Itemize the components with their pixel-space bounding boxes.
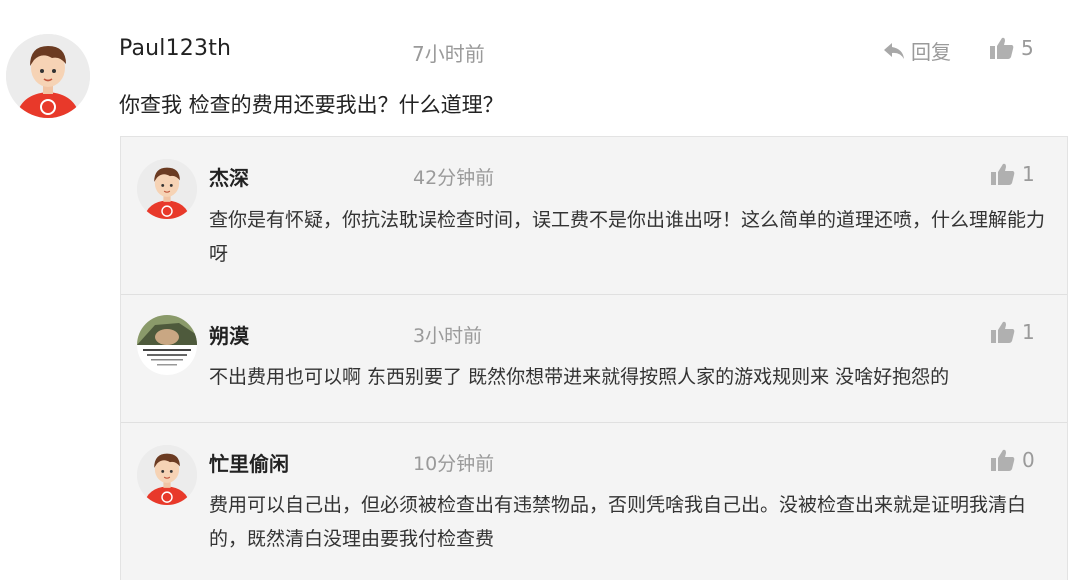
- like-button[interactable]: 5: [989, 36, 1034, 60]
- like-button[interactable]: 0: [990, 448, 1035, 472]
- comment-text: 你查我 检查的费用还要我出？什么道理？: [119, 93, 504, 117]
- car-photo-avatar: [137, 315, 197, 375]
- reply-item: 杰深 42分钟前 1 查你是有怀疑，你抗法耽误检查时间，误工费不是你出谁出呀！这…: [121, 137, 1067, 295]
- reply-button-label: 回复: [911, 40, 951, 64]
- reply-time: 10分钟前: [413, 453, 495, 475]
- comment-time: 7小时前: [412, 42, 485, 66]
- reply-author[interactable]: 朔漠: [209, 320, 249, 349]
- reply-button[interactable]: 回复: [882, 36, 951, 65]
- reply-list: 杰深 42分钟前 1 查你是有怀疑，你抗法耽误检查时间，误工费不是你出谁出呀！这…: [120, 136, 1068, 580]
- cartoon-boy-avatar: [6, 34, 90, 118]
- like-button[interactable]: 1: [990, 162, 1035, 186]
- cartoon-boy-avatar: [137, 445, 197, 505]
- thumbs-up-icon: [991, 321, 1015, 343]
- reply-item: 朔漠 3小时前 1 不出费用也可以啊 东西别要了 既然你想带进来就得按照人家的游…: [121, 295, 1067, 423]
- reply-text: 不出费用也可以啊 东西别要了 既然你想带进来就得按照人家的游戏规则来 没啥好抱怨…: [209, 366, 950, 388]
- thumbs-up-icon: [990, 37, 1014, 59]
- like-count: 0: [1022, 448, 1035, 472]
- avatar[interactable]: [137, 315, 197, 375]
- thumbs-up-icon: [991, 449, 1015, 471]
- cartoon-boy-avatar: [137, 159, 197, 219]
- reply-arrow-icon: [884, 42, 904, 59]
- reply-item: 忙里偷闲 10分钟前 0 费用可以自己出，但必须被检查出有违禁物品，否则凭啥我自…: [121, 423, 1067, 580]
- like-count: 1: [1022, 320, 1035, 344]
- reply-time: 3小时前: [413, 325, 483, 347]
- avatar[interactable]: [6, 34, 90, 118]
- avatar[interactable]: [137, 159, 197, 219]
- like-count: 1: [1022, 162, 1035, 186]
- reply-author[interactable]: 忙里偷闲: [209, 448, 289, 477]
- like-count: 5: [1021, 36, 1034, 60]
- reply-time: 42分钟前: [413, 167, 495, 189]
- comment-author[interactable]: Paul123th: [119, 36, 231, 61]
- reply-text: 查你是有怀疑，你抗法耽误检查时间，误工费不是你出谁出呀！这么简单的道理还喷，什么…: [209, 209, 1046, 265]
- reply-author[interactable]: 杰深: [209, 162, 249, 191]
- thumbs-up-icon: [991, 163, 1015, 185]
- like-button[interactable]: 1: [990, 320, 1035, 344]
- reply-text: 费用可以自己出，但必须被检查出有违禁物品，否则凭啥我自己出。没被检查出来就是证明…: [209, 494, 1027, 550]
- avatar[interactable]: [137, 445, 197, 505]
